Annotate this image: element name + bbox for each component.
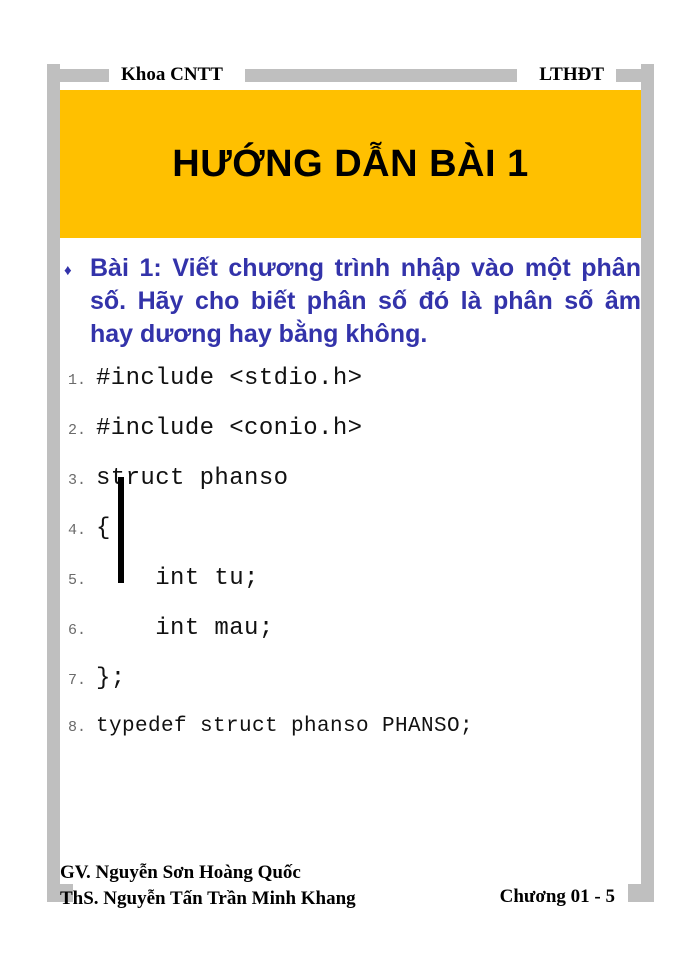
code-line: 7. }; <box>60 665 641 715</box>
footer-page-label: Chương 01 - 5 <box>499 886 615 907</box>
code-line-text: #include <conio.h> <box>96 415 363 442</box>
code-line-text: struct phanso <box>96 465 289 492</box>
bullet-item: ♦ Bài 1: Viết chương trình nhập vào một … <box>60 252 641 351</box>
slide-footer: GV. Nguyễn Sơn Hoàng Quốc ThS. Nguyễn Tấ… <box>60 860 641 920</box>
code-line-number: 3. <box>68 472 87 489</box>
code-line: 3. struct phanso <box>60 465 641 515</box>
page-title: HƯỚNG DẪN BÀI 1 <box>172 142 529 185</box>
code-line: 2. #include <conio.h> <box>60 415 641 465</box>
code-listing: 1. #include <stdio.h> 2. #include <conio… <box>60 365 641 765</box>
code-line-number: 1. <box>68 372 87 389</box>
code-line-number: 4. <box>68 522 87 539</box>
left-border-rail <box>47 64 60 902</box>
code-line: 1. #include <stdio.h> <box>60 365 641 415</box>
code-line-text: int tu; <box>96 565 259 592</box>
code-line: 5. int tu; <box>60 565 641 615</box>
code-line-text: }; <box>96 665 126 692</box>
footer-author-line-1: GV. Nguyễn Sơn Hoàng Quốc <box>60 862 301 883</box>
code-line-number: 7. <box>68 672 87 689</box>
code-line-text: typedef struct phanso PHANSO; <box>96 715 474 738</box>
code-line-text: int mau; <box>96 615 274 642</box>
right-border-rail <box>641 64 654 902</box>
code-line-number: 6. <box>68 622 87 639</box>
header-bar-segment-right <box>616 68 654 82</box>
code-block-marker <box>118 477 124 583</box>
title-band: HƯỚNG DẪN BÀI 1 <box>60 90 641 238</box>
code-line: 6. int mau; <box>60 615 641 665</box>
header-label-course: LTHĐT <box>539 64 604 85</box>
code-line: 8. typedef struct phanso PHANSO; <box>60 715 641 765</box>
bullet-item-text: Bài 1: Viết chương trình nhập vào một ph… <box>90 254 641 348</box>
header-bar-segment-middle <box>244 68 518 82</box>
code-line-number: 2. <box>68 422 87 439</box>
slide-header: Khoa CNTT LTHĐT <box>47 64 654 86</box>
code-line-number: 5. <box>68 572 87 589</box>
header-label-faculty: Khoa CNTT <box>121 64 223 85</box>
diamond-bullet-icon: ♦ <box>64 263 72 279</box>
slide-body: ♦ Bài 1: Viết chương trình nhập vào một … <box>60 252 641 852</box>
code-line-number: 8. <box>68 719 87 736</box>
slide-canvas: Khoa CNTT LTHĐT HƯỚNG DẪN BÀI 1 ♦ Bài 1:… <box>0 0 700 960</box>
code-line: 4. { <box>60 515 641 565</box>
footer-authors: GV. Nguyễn Sơn Hoàng Quốc ThS. Nguyễn Tấ… <box>60 860 356 911</box>
code-line-text: #include <stdio.h> <box>96 365 363 392</box>
header-bar-segment-left <box>47 68 109 82</box>
code-line-text: { <box>96 515 111 542</box>
footer-author-line-2: ThS. Nguyễn Tấn Trần Minh Khang <box>60 887 356 909</box>
